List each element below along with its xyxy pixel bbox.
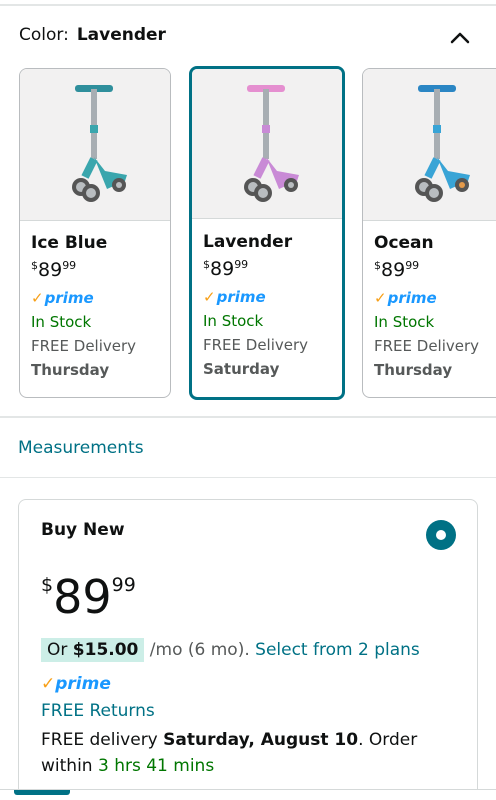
- color-label: Color: Lavender: [19, 25, 166, 45]
- top-divider: [0, 0, 496, 6]
- scooter-image: [244, 85, 299, 202]
- delivery-day: Saturday: [203, 360, 280, 378]
- color-selector-header[interactable]: Color: Lavender: [0, 14, 496, 58]
- option-name: Lavender: [203, 232, 293, 252]
- monthly-payment: Or $15.00 /mo (6 mo). Select from 2 plan…: [41, 638, 420, 662]
- prime-check-icon: ✓: [203, 288, 216, 306]
- delivery-day: Thursday: [374, 361, 453, 379]
- color-option-lavender[interactable]: Lavender $8999 ✓prime In Stock FREE Deli…: [189, 66, 345, 400]
- option-price: $8999: [374, 259, 420, 281]
- buy-new-title: Buy New: [41, 520, 125, 540]
- prime-badge: ✓prime: [203, 288, 266, 306]
- buy-new-box[interactable]: Buy New $8999 Or $15.00 /mo (6 mo). Sele…: [18, 499, 478, 800]
- delivery-text: FREE Delivery: [203, 336, 309, 354]
- scooter-image: [72, 85, 127, 202]
- stock-status: In Stock: [374, 313, 435, 331]
- product-image: [363, 69, 496, 221]
- monthly-highlight: Or $15.00: [41, 638, 145, 662]
- option-price: $8999: [31, 259, 77, 281]
- product-image: [192, 69, 342, 219]
- section-divider: [0, 416, 496, 418]
- prime-check-icon: ✓: [31, 289, 44, 307]
- product-image: [20, 69, 170, 221]
- delivery-info: FREE delivery Saturday, August 10. Order…: [41, 730, 418, 776]
- prime-badge: ✓prime: [31, 289, 94, 307]
- buy-price: $8999: [41, 570, 136, 624]
- color-options-carousel[interactable]: Ice Blue $8999 ✓prime In Stock FREE Deli…: [0, 66, 496, 402]
- delivery-text: FREE Delivery: [31, 337, 137, 355]
- selected-color-value: Lavender: [76, 25, 166, 45]
- prime-badge: ✓prime: [41, 674, 111, 694]
- bottom-tab-indicator: [14, 790, 70, 795]
- buy-new-radio[interactable]: [426, 520, 456, 550]
- order-countdown: 3 hrs 41 mins: [97, 756, 215, 776]
- free-returns-link[interactable]: FREE Returns: [41, 701, 155, 721]
- scooter-image: [415, 85, 470, 202]
- measurements-link[interactable]: Measurements: [18, 438, 144, 458]
- bottom-bar: [0, 789, 496, 800]
- prime-badge: ✓prime: [374, 289, 437, 307]
- select-plans-link[interactable]: Select from 2 plans: [255, 640, 420, 660]
- delivery-day: Thursday: [31, 361, 110, 379]
- color-option-ice-blue[interactable]: Ice Blue $8999 ✓prime In Stock FREE Deli…: [19, 68, 171, 398]
- stock-status: In Stock: [203, 312, 264, 330]
- stock-status: In Stock: [31, 313, 92, 331]
- section-divider: [0, 477, 496, 478]
- prime-check-icon: ✓: [374, 289, 387, 307]
- option-name: Ocean: [374, 233, 434, 253]
- option-price: $8999: [203, 258, 249, 280]
- chevron-up-icon[interactable]: [448, 26, 472, 50]
- delivery-text: FREE Delivery: [374, 337, 480, 355]
- option-name: Ice Blue: [31, 233, 108, 253]
- monthly-suffix: /mo (6 mo).: [149, 640, 250, 660]
- color-label-text: Color:: [19, 25, 69, 45]
- prime-check-icon: ✓: [41, 674, 56, 694]
- color-option-ocean[interactable]: Ocean $8999 ✓prime In Stock FREE Deliver…: [362, 68, 496, 398]
